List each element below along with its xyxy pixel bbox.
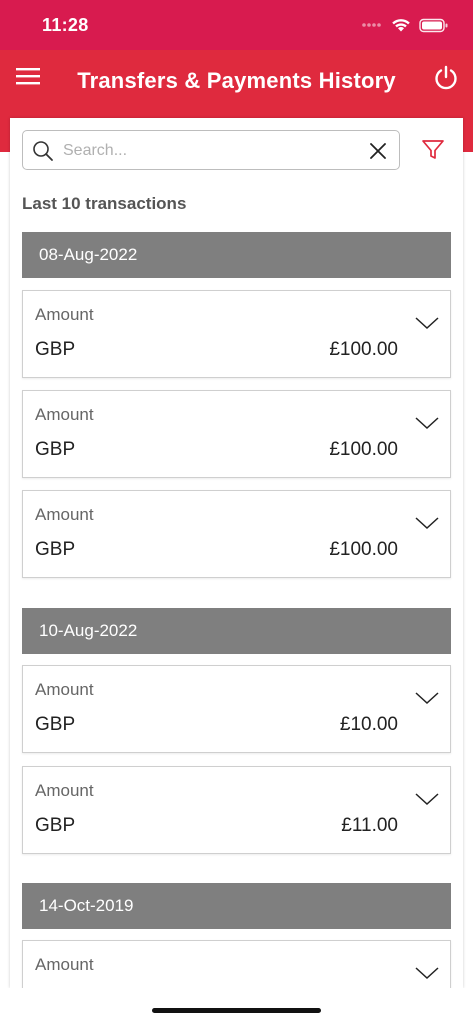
transactions-panel: Last 10 transactions 08-Aug-2022 Amount … bbox=[10, 118, 463, 988]
cellular-icon bbox=[362, 23, 381, 27]
currency: GBP bbox=[35, 439, 76, 460]
amount-label: Amount bbox=[35, 781, 94, 800]
transaction-card[interactable]: Amount GBP £100.00 bbox=[22, 490, 451, 578]
search-icon bbox=[33, 141, 53, 161]
currency: GBP bbox=[35, 539, 76, 560]
chevron-down-icon[interactable] bbox=[415, 965, 439, 981]
search-input[interactable] bbox=[63, 139, 353, 163]
date-header: 14-Oct-2019 bbox=[22, 883, 451, 929]
chevron-down-icon[interactable] bbox=[415, 515, 439, 531]
home-indicator[interactable] bbox=[152, 1008, 321, 1013]
transaction-card[interactable]: Amount bbox=[22, 940, 451, 988]
clear-icon[interactable] bbox=[369, 142, 387, 160]
status-bar: 11:28 bbox=[0, 0, 473, 50]
filter-icon[interactable] bbox=[421, 138, 445, 162]
transaction-card[interactable]: Amount GBP £10.00 bbox=[22, 665, 451, 753]
bottom-bar bbox=[0, 988, 473, 1024]
currency: GBP bbox=[35, 714, 76, 735]
wifi-icon bbox=[392, 18, 410, 31]
date-header: 10-Aug-2022 bbox=[22, 608, 451, 654]
currency: GBP bbox=[35, 815, 76, 836]
status-time: 11:28 bbox=[42, 15, 89, 35]
transaction-card[interactable]: Amount GBP £100.00 bbox=[22, 390, 451, 478]
amount-value: £10.00 bbox=[339, 714, 398, 735]
date-header: 08-Aug-2022 bbox=[22, 232, 451, 278]
transaction-card[interactable]: Amount GBP £11.00 bbox=[22, 766, 451, 854]
search-box bbox=[22, 130, 400, 170]
amount-value: £100.00 bbox=[329, 439, 398, 460]
amount-label: Amount bbox=[35, 505, 94, 524]
chevron-down-icon[interactable] bbox=[415, 791, 439, 807]
amount-label: Amount bbox=[35, 955, 94, 974]
amount-value: £100.00 bbox=[329, 339, 398, 360]
power-icon[interactable] bbox=[433, 65, 459, 91]
battery-icon bbox=[419, 18, 448, 32]
amount-label: Amount bbox=[35, 680, 94, 699]
amount-label: Amount bbox=[35, 305, 94, 324]
section-caption: Last 10 transactions bbox=[22, 194, 187, 213]
amount-value: £11.00 bbox=[341, 815, 398, 836]
currency: GBP bbox=[35, 339, 76, 360]
page-title: Transfers & Payments History bbox=[77, 68, 396, 93]
amount-label: Amount bbox=[35, 405, 94, 424]
status-icons bbox=[361, 15, 449, 35]
chevron-down-icon[interactable] bbox=[415, 690, 439, 706]
transaction-card[interactable]: Amount GBP £100.00 bbox=[22, 290, 451, 378]
chevron-down-icon[interactable] bbox=[415, 415, 439, 431]
chevron-down-icon[interactable] bbox=[415, 315, 439, 331]
amount-value: £100.00 bbox=[329, 539, 398, 560]
